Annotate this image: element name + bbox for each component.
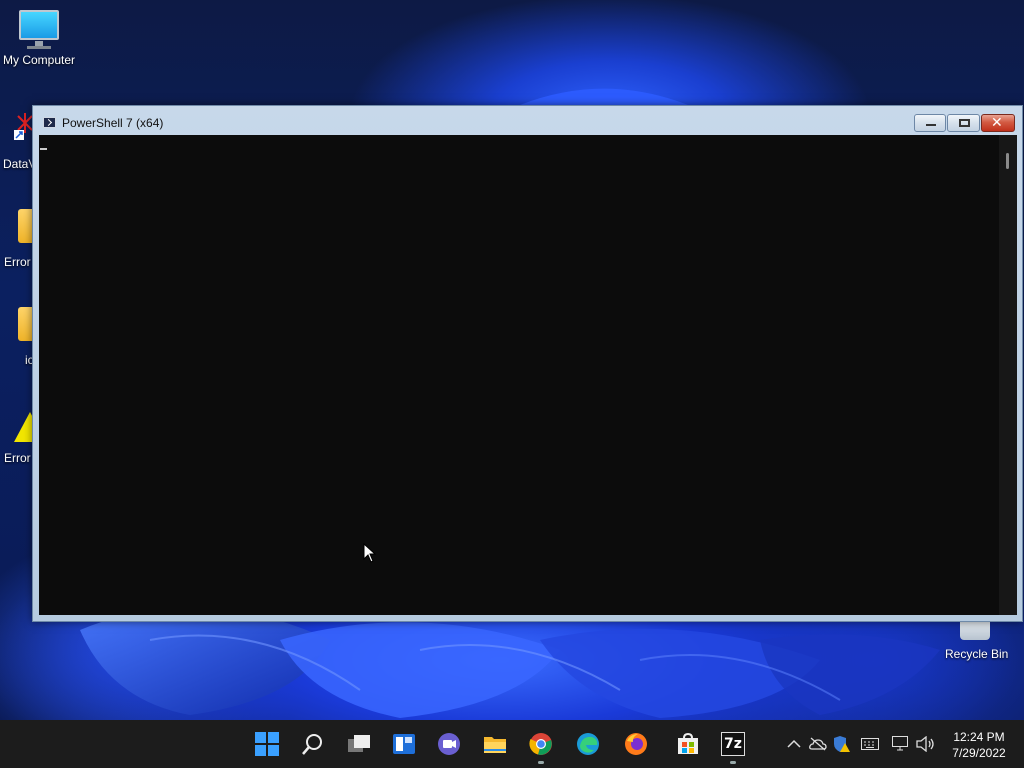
minimize-button[interactable]: [914, 114, 946, 132]
keyboard-icon: [861, 738, 879, 750]
network-button[interactable]: [891, 720, 911, 768]
security-button[interactable]: [832, 720, 852, 768]
start-button[interactable]: [247, 720, 287, 768]
store-icon: [678, 732, 698, 754]
powershell-window[interactable]: PowerShell 7 (x64) ✕: [32, 105, 1023, 622]
mouse-pointer-icon: [363, 542, 377, 568]
shield-warning-icon: [834, 736, 850, 752]
chevron-up-icon: [787, 739, 801, 748]
start-icon: [255, 732, 279, 756]
7zip-button[interactable]: 7z: [713, 720, 753, 768]
keyboard-button[interactable]: [859, 720, 881, 768]
desktop-icon-label: Error: [4, 451, 31, 465]
text-cursor: [40, 148, 47, 150]
onedrive-button[interactable]: [808, 720, 828, 768]
volume-button[interactable]: [915, 720, 937, 768]
maximize-icon: [959, 119, 970, 127]
desktop-icon-label: My Computer: [2, 53, 76, 67]
desktop-icon-my-computer[interactable]: My Computer: [0, 10, 79, 67]
taskbar: 7z 12:24 PM 7/29/2022: [0, 720, 1024, 768]
search-button[interactable]: [293, 720, 333, 768]
maximize-button[interactable]: [947, 114, 980, 132]
window-titlebar[interactable]: PowerShell 7 (x64) ✕: [33, 106, 1022, 136]
edge-button[interactable]: [568, 720, 608, 768]
edge-icon: [577, 733, 599, 755]
vertical-scrollbar[interactable]: [999, 135, 1017, 615]
network-icon: [892, 736, 908, 751]
onedrive-off-icon: [809, 737, 827, 751]
computer-icon: [17, 10, 61, 50]
close-icon: ✕: [991, 115, 1003, 131]
clock-date: 7/29/2022: [952, 746, 1006, 760]
taskbar-clock[interactable]: 12:24 PM 7/29/2022: [940, 729, 1018, 761]
store-button[interactable]: [668, 720, 708, 768]
search-icon: [302, 734, 322, 755]
teams-chat-button[interactable]: [429, 720, 469, 768]
chrome-button[interactable]: [521, 720, 561, 768]
recycle-bin-icon: [960, 620, 990, 640]
file-explorer-icon: [484, 737, 506, 753]
clock-time: 12:24 PM: [953, 730, 1005, 744]
task-view-button[interactable]: [339, 720, 379, 768]
close-button[interactable]: ✕: [981, 114, 1015, 132]
file-explorer-button[interactable]: [475, 720, 515, 768]
task-view-icon: [348, 735, 370, 752]
scrollbar-thumb[interactable]: [1006, 153, 1009, 169]
firefox-button[interactable]: [616, 720, 656, 768]
widgets-icon: [393, 734, 415, 754]
running-indicator: [538, 761, 544, 764]
volume-icon: [916, 736, 934, 752]
chrome-icon: [529, 733, 552, 755]
teams-chat-icon: [438, 733, 460, 755]
running-indicator: [730, 761, 736, 764]
desktop-icon-label: Error: [4, 255, 31, 269]
7zip-label: 7z: [724, 736, 742, 752]
widgets-button[interactable]: [384, 720, 424, 768]
desktop-icon-label: Recycle Bin: [945, 647, 1009, 661]
powershell-icon[interactable]: [43, 117, 56, 128]
show-hidden-icons-button[interactable]: [785, 720, 803, 768]
console-output-area[interactable]: [39, 135, 999, 615]
firefox-icon: [625, 733, 647, 755]
minimize-icon: [926, 124, 936, 126]
window-title: PowerShell 7 (x64): [62, 116, 164, 130]
7zip-icon: 7z: [721, 732, 745, 756]
